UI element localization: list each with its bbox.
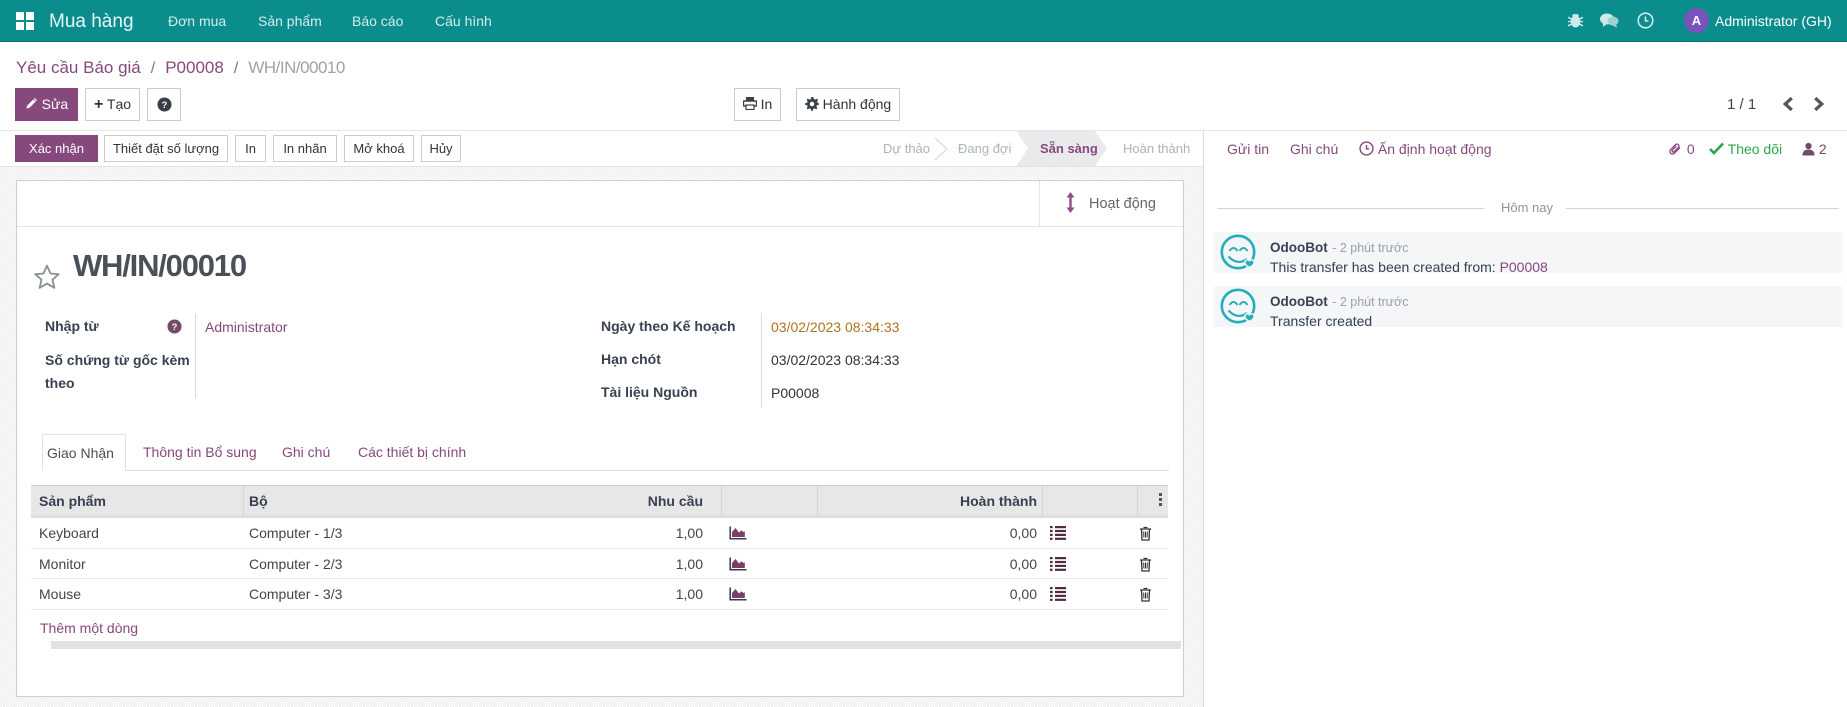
svg-text:?: ? (172, 322, 178, 332)
svg-text:?: ? (161, 99, 167, 109)
